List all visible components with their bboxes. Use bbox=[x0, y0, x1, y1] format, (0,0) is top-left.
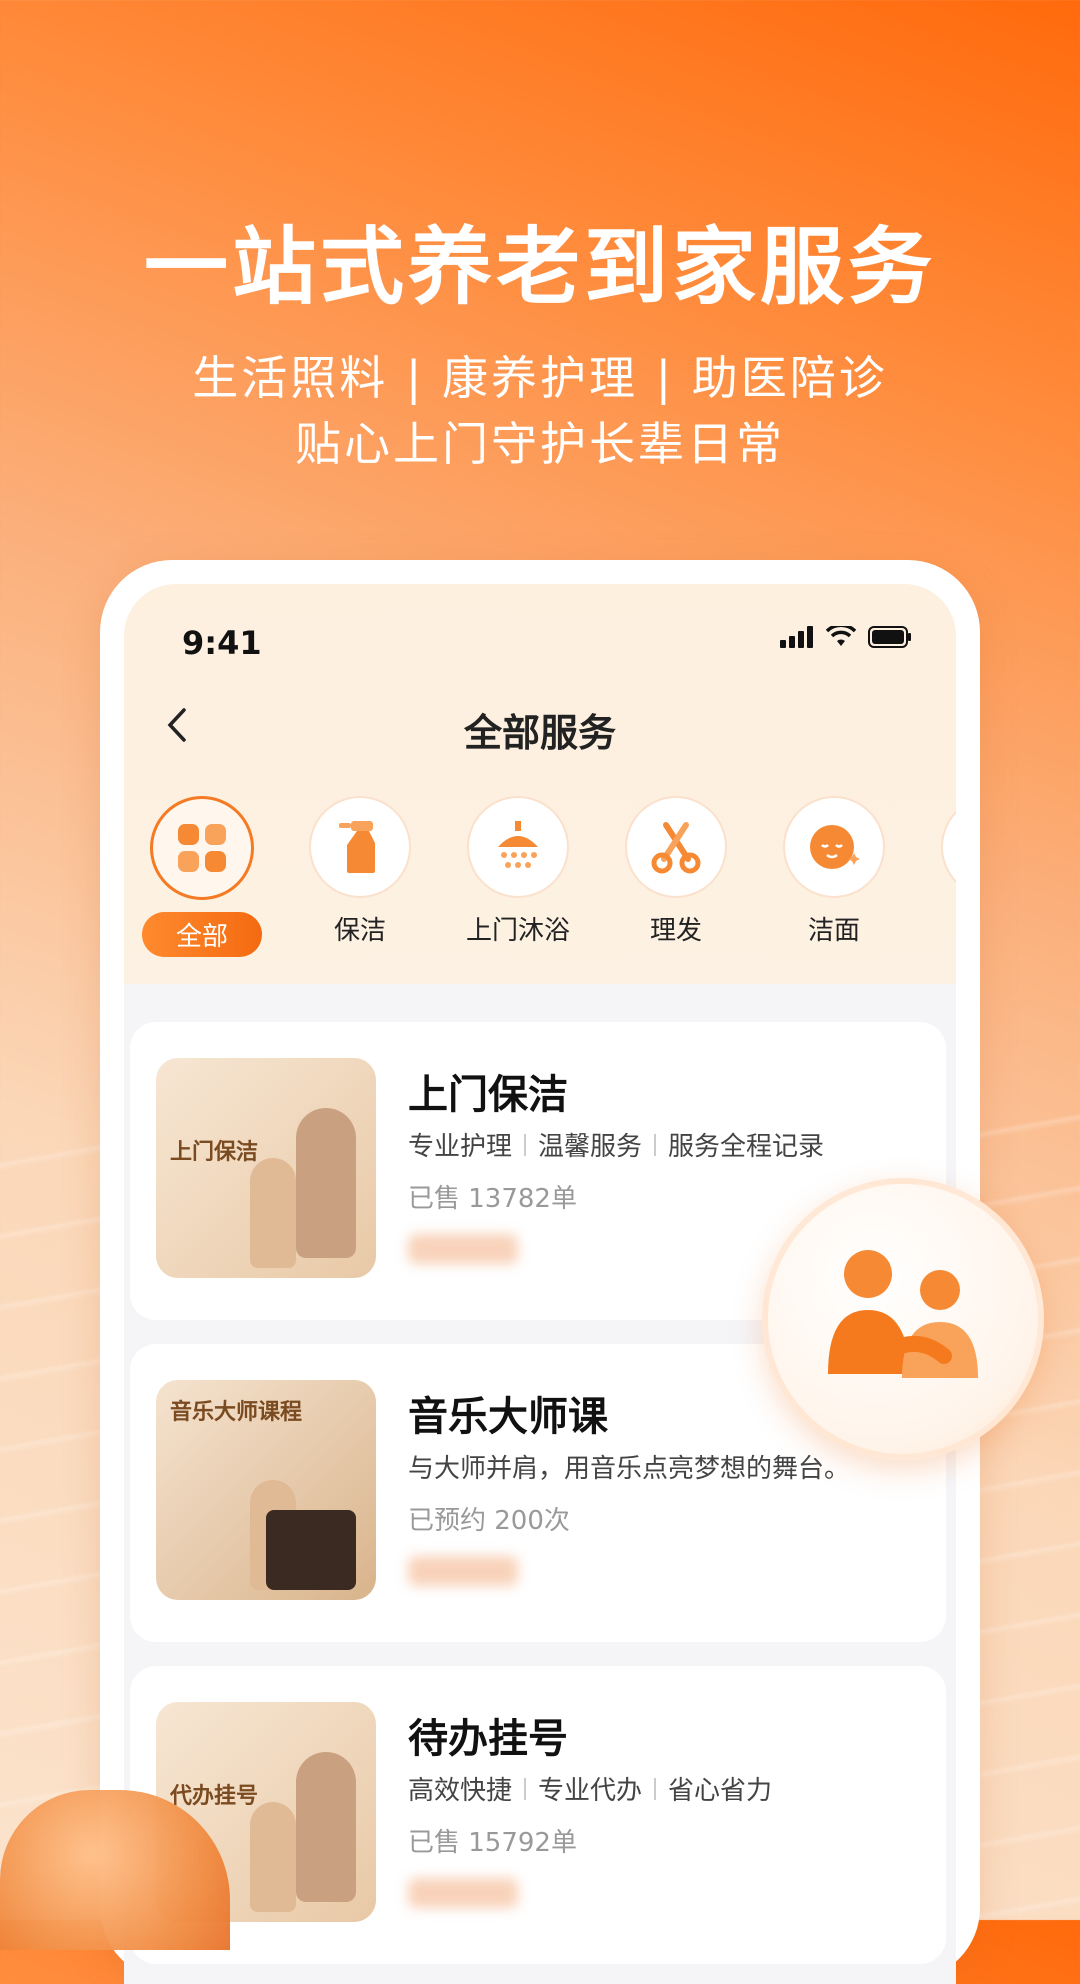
battery-icon bbox=[868, 626, 911, 648]
tag-divider bbox=[524, 1133, 527, 1156]
scissors-icon bbox=[651, 822, 701, 874]
hero-subtitle-line1: 生活照料 | 康养护理 | 助医陪诊 bbox=[192, 351, 888, 405]
service-booked-count: 已预约 200次 bbox=[408, 1506, 570, 1536]
service-tags: 专业护理 温馨服务 服务全程记录 bbox=[408, 1126, 824, 1163]
thumbnail-figure bbox=[296, 1752, 356, 1902]
thumbnail-title: 代办挂号 bbox=[170, 1783, 259, 1809]
thumbnail-figure bbox=[250, 1802, 296, 1912]
service-tag: 温馨服务 bbox=[538, 1132, 643, 1162]
thumbnail-title: 上门保洁 bbox=[170, 1139, 259, 1165]
thumbnail-figure bbox=[296, 1108, 356, 1258]
category-label: 上门沐浴 bbox=[466, 916, 571, 946]
service-description: 与大师并肩，用音乐点亮梦想的舞台。 bbox=[408, 1454, 851, 1484]
tag-divider bbox=[654, 1777, 657, 1800]
service-price-blurred bbox=[408, 1234, 518, 1264]
category-bathing[interactable]: 上门沐浴 bbox=[466, 796, 571, 957]
thumbnail-title: 音乐大师课程 bbox=[170, 1399, 303, 1425]
category-cleaning-circle bbox=[309, 796, 411, 898]
service-tag: 专业护理 bbox=[408, 1132, 513, 1162]
caregiver-badge bbox=[762, 1178, 1044, 1460]
category-haircut-circle bbox=[625, 796, 727, 898]
service-card-registration[interactable]: 代办挂号 待办挂号 高效快捷 专业代办 省心省力 已售 15792单 bbox=[130, 1666, 946, 1964]
service-thumbnail: 音乐大师课程 bbox=[156, 1380, 376, 1600]
thumbnail-piano bbox=[266, 1510, 356, 1590]
service-tag: 省心省力 bbox=[668, 1776, 773, 1806]
category-more[interactable]: 上 bbox=[941, 796, 956, 957]
shower-icon bbox=[498, 821, 538, 868]
wifi-icon bbox=[826, 626, 856, 646]
thumbnail-figure bbox=[250, 1158, 296, 1268]
service-title: 音乐大师课 bbox=[408, 1394, 608, 1440]
category-all[interactable]: 全部 bbox=[142, 796, 263, 957]
service-sold-count: 已售 15792单 bbox=[408, 1828, 577, 1858]
tag-divider bbox=[524, 1777, 527, 1800]
tag-divider bbox=[654, 1133, 657, 1156]
page-title: 全部服务 bbox=[463, 711, 616, 755]
service-price-blurred bbox=[408, 1556, 518, 1586]
service-price-blurred bbox=[408, 1878, 518, 1908]
category-bar: 全部 保洁 上门沐浴 理发 洁面 bbox=[142, 796, 956, 957]
spray-bottle-icon bbox=[339, 821, 375, 873]
category-label: 保洁 bbox=[333, 916, 386, 946]
face-icon bbox=[810, 825, 860, 869]
service-tag: 高效快捷 bbox=[408, 1776, 513, 1806]
hero-subtitle-line2: 贴心上门守护长辈日常 bbox=[295, 417, 785, 471]
hero-title: 一站式养老到家服务 bbox=[143, 218, 936, 316]
screen-header-area: 9:41 全部服务 全部 保洁 上门沐浴 理发 洁面 bbox=[124, 584, 956, 984]
category-haircut[interactable]: 理发 bbox=[625, 796, 727, 957]
signal-icon bbox=[780, 626, 813, 648]
hero-subtitle: 生活照料 | 康养护理 | 助医陪诊 贴心上门守护长辈日常 bbox=[0, 345, 1080, 477]
category-bathing-circle bbox=[467, 796, 569, 898]
category-label: 理发 bbox=[649, 916, 702, 946]
category-label: 全部 bbox=[142, 912, 263, 957]
category-more-circle bbox=[941, 796, 956, 898]
service-tags: 高效快捷 专业代办 省心省力 bbox=[408, 1770, 772, 1807]
category-label: 洁面 bbox=[807, 916, 860, 946]
service-title: 待办挂号 bbox=[408, 1716, 568, 1762]
category-all-circle bbox=[150, 796, 254, 900]
status-icons bbox=[780, 626, 912, 648]
grid-icon bbox=[178, 824, 226, 872]
service-tag: 专业代办 bbox=[538, 1776, 643, 1806]
caregiver-icon bbox=[828, 1250, 978, 1378]
service-tag: 服务全程记录 bbox=[668, 1132, 825, 1162]
service-thumbnail: 上门保洁 bbox=[156, 1058, 376, 1278]
category-facial-circle bbox=[783, 796, 885, 898]
service-sold-count: 已售 13782单 bbox=[408, 1184, 577, 1214]
status-time: 9:41 bbox=[182, 624, 262, 662]
service-title: 上门保洁 bbox=[408, 1072, 568, 1118]
category-facial[interactable]: 洁面 bbox=[783, 796, 885, 957]
category-cleaning[interactable]: 保洁 bbox=[309, 796, 411, 957]
